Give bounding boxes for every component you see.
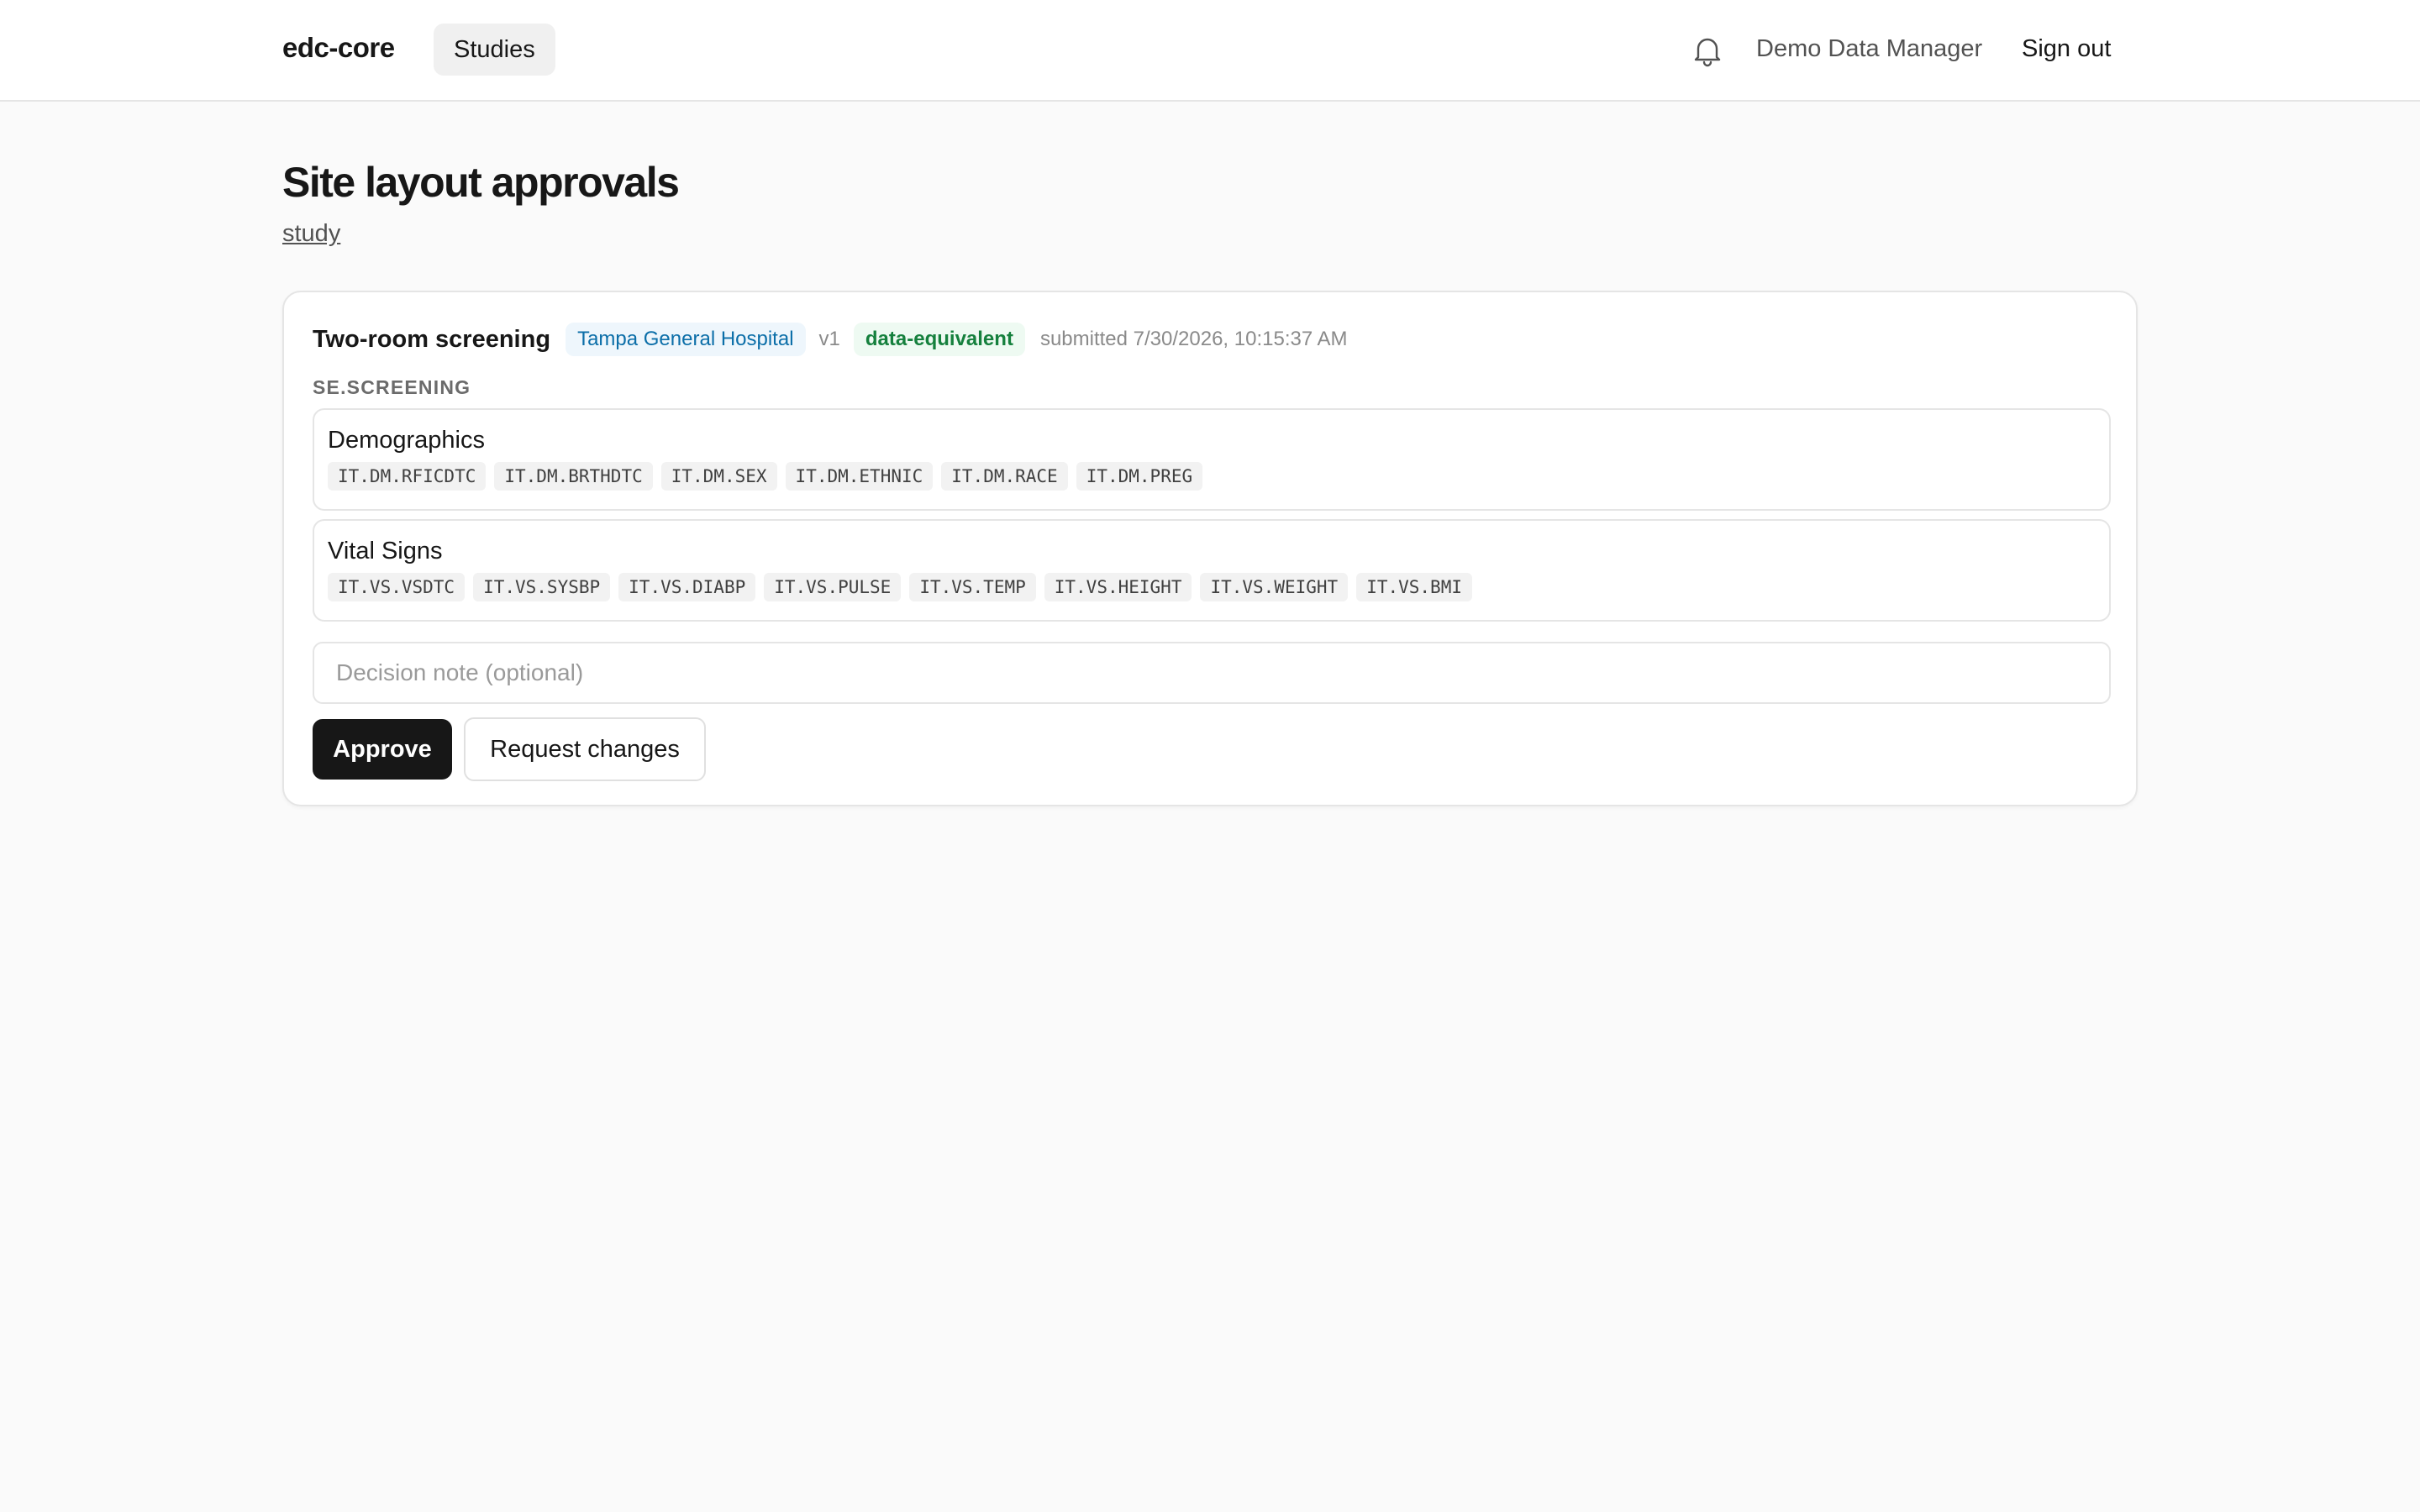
form-block-demographics: Demographics IT.DM.RFICDTC IT.DM.BRTHDTC… <box>313 408 2111 511</box>
app-brand[interactable]: edc-core <box>282 32 395 64</box>
top-navigation-bar: edc-core Studies Demo Data Manager Sign … <box>0 0 2420 102</box>
item-chip: IT.VS.WEIGHT <box>1200 573 1349 601</box>
decision-note-input[interactable] <box>313 642 2111 704</box>
item-chip: IT.VS.BMI <box>1356 573 1472 601</box>
study-breadcrumb-link[interactable]: study <box>282 220 340 248</box>
approval-card: Two-room screening Tampa General Hospita… <box>282 291 2138 806</box>
version-label: v1 <box>818 328 840 350</box>
site-badge: Tampa General Hospital <box>566 323 806 356</box>
page-title: Site layout approvals <box>282 159 680 206</box>
item-chip: IT.DM.BRTHDTC <box>494 462 653 491</box>
form-block-vital-signs: Vital Signs IT.VS.VSDTC IT.VS.SYSBP IT.V… <box>313 519 2111 622</box>
nav-studies-link[interactable]: Studies <box>434 24 555 76</box>
form-name: Demographics <box>328 427 485 454</box>
submitted-timestamp: submitted 7/30/2026, 10:15:37 AM <box>1039 328 1348 350</box>
layout-name: Two-room screening <box>313 325 551 353</box>
item-list: IT.VS.VSDTC IT.VS.SYSBP IT.VS.DIABP IT.V… <box>328 573 1472 601</box>
item-chip: IT.DM.ETHNIC <box>785 462 934 491</box>
item-chip: IT.DM.RFICDTC <box>328 462 487 491</box>
item-chip: IT.DM.PREG <box>1076 462 1203 491</box>
approve-button[interactable]: Approve <box>313 719 452 780</box>
bell-icon[interactable] <box>1692 34 1723 67</box>
event-oid-label: SE.SCREENING <box>313 376 471 398</box>
equivalence-badge: data-equivalent <box>853 323 1025 356</box>
sign-out-button[interactable]: Sign out <box>2022 35 2111 63</box>
item-chip: IT.DM.SEX <box>660 462 777 491</box>
item-chip: IT.VS.TEMP <box>909 573 1036 601</box>
approval-card-header: Two-room screening Tampa General Hospita… <box>313 323 1348 356</box>
form-name: Vital Signs <box>328 538 443 564</box>
request-changes-button[interactable]: Request changes <box>464 717 706 781</box>
item-chip: IT.VS.HEIGHT <box>1044 573 1192 601</box>
item-chip: IT.VS.VSDTC <box>328 573 466 601</box>
current-user-name: Demo Data Manager <box>1756 35 1983 62</box>
item-chip: IT.VS.PULSE <box>764 573 902 601</box>
item-chip: IT.DM.RACE <box>941 462 1068 491</box>
item-list: IT.DM.RFICDTC IT.DM.BRTHDTC IT.DM.SEX IT… <box>328 462 1203 491</box>
item-chip: IT.VS.DIABP <box>618 573 756 601</box>
item-chip: IT.VS.SYSBP <box>473 573 611 601</box>
